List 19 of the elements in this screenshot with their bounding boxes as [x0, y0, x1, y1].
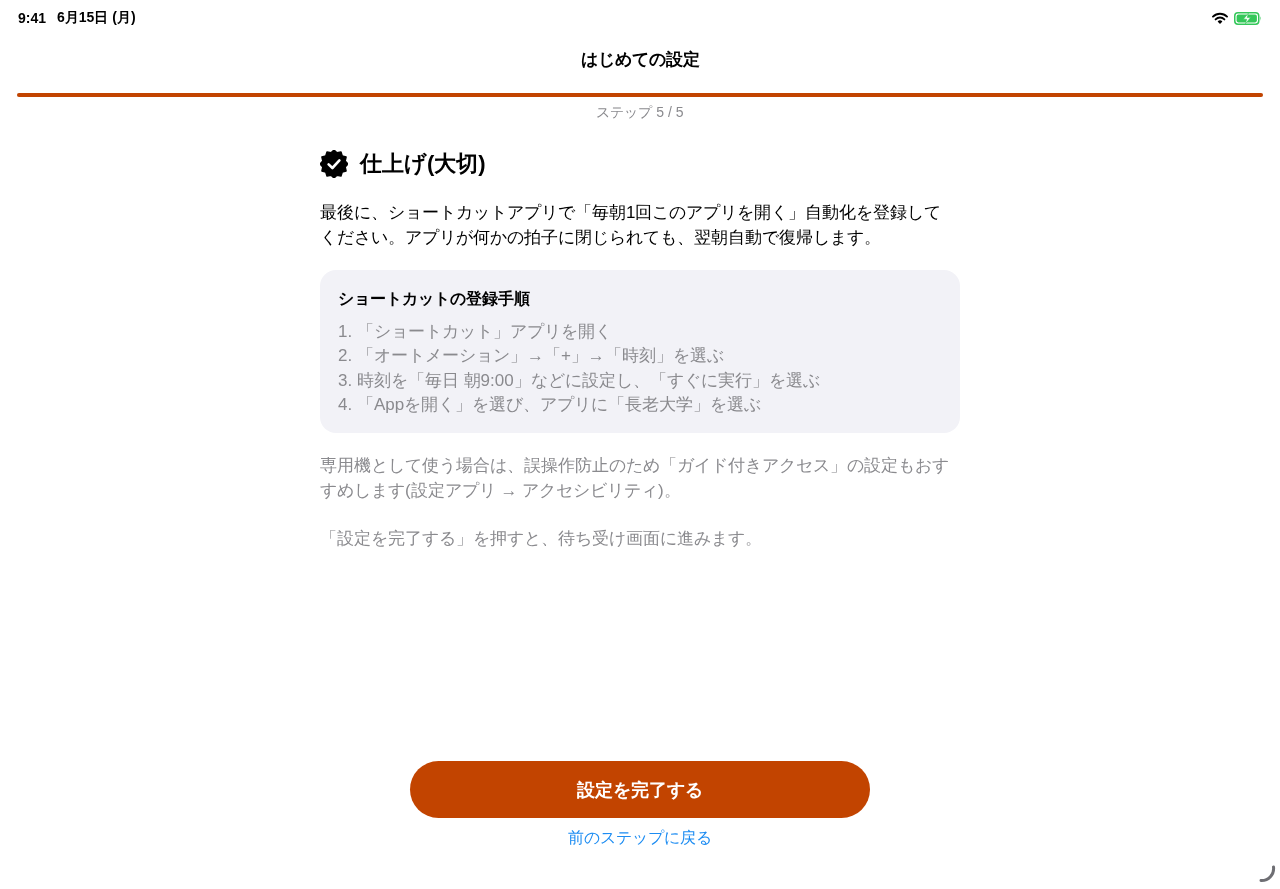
- step-item: 3. 時刻を「毎日 朝9:00」などに設定し、「すぐに実行」を選ぶ: [338, 369, 821, 392]
- section-heading: 仕上げ(大切): [360, 150, 486, 178]
- wifi-icon: [1212, 12, 1228, 24]
- note-paragraph: 専用機として使う場合は、誤操作防止のため「ガイド付きアクセス」の設定もおすすめします(設定アプリ → アクセシビリティ)。: [320, 455, 950, 503]
- step-item: 2. 「オートメーション」→「+」→「時刻」を選ぶ: [338, 345, 725, 368]
- step-indicator: ステップ 5 / 5: [596, 103, 684, 121]
- status-time: 9:41: [18, 10, 47, 26]
- complete-setup-button[interactable]: 設定を完了する: [410, 761, 870, 818]
- battery-charging-icon: [1234, 11, 1262, 25]
- screen-title: はじめての設定: [580, 48, 700, 71]
- check-seal-icon: [320, 150, 348, 178]
- corner-arc-icon: [1258, 865, 1276, 883]
- status-date: 6月15日 (月): [57, 9, 136, 27]
- note-paragraph: 「設定を完了する」を押すと、待ち受け画面に進みます。: [320, 528, 763, 551]
- step-item: 4. 「Appを開く」を選び、アプリに「長老大学」を選ぶ: [338, 393, 763, 416]
- step-item: 1. 「ショートカット」アプリを開く: [338, 321, 613, 343]
- back-link[interactable]: 前のステップに戻る: [568, 827, 712, 849]
- card-title: ショートカットの登録手順: [338, 289, 531, 309]
- intro-paragraph: 最後に、ショートカットアプリで「毎朝1回このアプリを開く」自動化を登録してください。アプリが何かの拍子に閉じられても、翌朝自動で復帰します。: [320, 202, 943, 249]
